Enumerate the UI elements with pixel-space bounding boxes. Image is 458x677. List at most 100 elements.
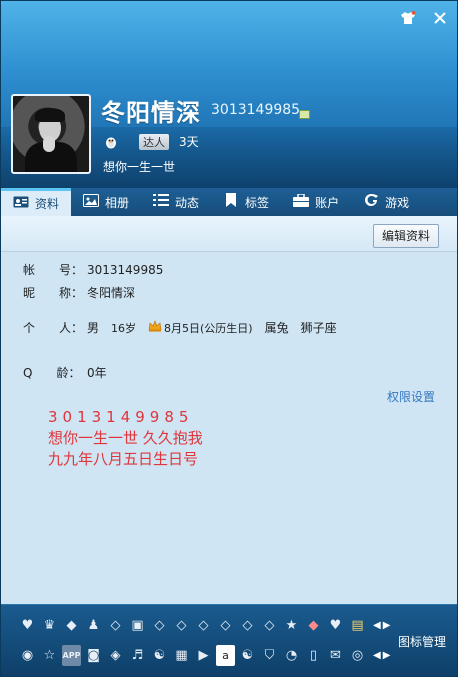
eye-icon[interactable]: ◉ — [17, 645, 38, 666]
tab-tags[interactable]: 标签 — [211, 188, 281, 216]
app-icon[interactable]: APP — [62, 645, 81, 666]
tab-label: 账户 — [315, 195, 340, 210]
account-row: 帐 号： 3013149985 — [23, 261, 163, 278]
qq-number: 3013149985 — [211, 102, 301, 118]
copy-icon[interactable] — [299, 110, 310, 119]
text-icon[interactable]: a — [216, 645, 235, 666]
permissions-link[interactable]: 权限设置 — [387, 388, 435, 405]
diamond-dark-icon[interactable]: ◆ — [61, 615, 82, 636]
briefcase-icon — [293, 192, 310, 211]
tab-label: 标签 — [245, 195, 270, 210]
profile-window: 冬阳情深 3013149985 达人 3天 想你一生一世 资料 相册 动态 标签… — [0, 0, 458, 677]
next-icon[interactable]: ▶ — [383, 650, 391, 661]
penguin-icon[interactable]: ♟ — [83, 615, 104, 636]
age-value: 16岁 — [111, 321, 137, 335]
profile-header: 冬阳情深 3013149985 达人 3天 想你一生一世 — [1, 1, 457, 188]
diamond-icon[interactable]: ◇ — [193, 615, 214, 636]
list-icon — [153, 194, 170, 210]
prev-icon[interactable]: ◀ — [373, 620, 381, 631]
badge-row: 达人 3天 — [103, 133, 199, 150]
shirt-icon[interactable] — [399, 9, 417, 27]
tab-label: 资料 — [35, 197, 60, 211]
card-icon — [13, 196, 29, 212]
bookmark-icon — [223, 193, 239, 211]
photo-icon — [83, 193, 100, 211]
nickname-row: 昵 称： 冬阳情深 — [23, 284, 135, 301]
signature[interactable]: 想你一生一世 — [103, 158, 175, 175]
constellation-value: 狮子座 — [300, 321, 337, 335]
avatar-hand — [43, 136, 55, 152]
profile-content: 编辑资料 帐 号： 3013149985 昵 称： 冬阳情深 个 人： 男 16岁 … — [1, 216, 457, 604]
nickname: 冬阳情深 — [101, 99, 201, 127]
avatar[interactable] — [11, 94, 91, 174]
personal-label: 个 人： — [23, 321, 84, 335]
game-icon — [363, 193, 379, 211]
tab-label: 游戏 — [385, 195, 410, 210]
talent-label: 达人 — [143, 135, 165, 149]
star-icon[interactable]: ☆ — [39, 645, 60, 666]
heart-icon[interactable]: ♥ — [325, 615, 346, 636]
diamond-icon[interactable]: ◇ — [149, 615, 170, 636]
tab-feed[interactable]: 动态 — [141, 188, 211, 216]
icon-manage-button[interactable]: 图标管理 — [398, 633, 446, 650]
circle-icon[interactable]: ◎ — [347, 645, 368, 666]
row1-arrows: ◀ ▶ — [373, 620, 390, 631]
robot-icon[interactable]: ▣ — [127, 615, 148, 636]
title-buttons — [399, 9, 449, 27]
qage-row: Q 龄： 0年 — [23, 364, 107, 381]
profile-note: 3013149985 想你一生一世 久久抱我 九九年八月五日生日号 — [48, 407, 203, 470]
zodiac-value: 属兔 — [264, 321, 289, 335]
edit-profile-button[interactable]: 编辑资料 — [372, 224, 439, 248]
note-line-1: 3013149985 — [48, 408, 194, 426]
star-icon[interactable]: ★ — [281, 615, 302, 636]
camera-icon[interactable]: ◙ — [83, 645, 104, 666]
video-icon[interactable]: ▶ — [193, 645, 214, 666]
diamond-icon[interactable]: ◇ — [237, 615, 258, 636]
gift-icon[interactable]: ▤ — [347, 615, 368, 636]
account-label: 帐 号： — [23, 263, 84, 277]
diamond-icon[interactable]: ◇ — [259, 615, 280, 636]
phone-icon[interactable]: ▯ — [303, 645, 324, 666]
gender-value: 男 — [87, 321, 100, 335]
qq-icon[interactable]: ☯ — [149, 645, 170, 666]
shield-icon[interactable]: ◈ — [105, 645, 126, 666]
app-label: APP — [62, 651, 81, 660]
prev-icon[interactable]: ◀ — [373, 650, 381, 661]
diamond-icon[interactable]: ◇ — [171, 615, 192, 636]
penguin-icon[interactable] — [103, 134, 119, 150]
icon-row-2: ◉ ☆ APP ◙ ◈ ♬ ☯ ▦ ▶ a ☯ ⛉ ◔ ▯ ✉ ◎ — [17, 645, 368, 666]
film-icon[interactable]: ▦ — [171, 645, 192, 666]
nickname-label: 昵 称： — [23, 286, 84, 300]
diamond-icon[interactable]: ◇ — [215, 615, 236, 636]
icon-row-1: ♥ ♛ ◆ ♟ ◇ ▣ ◇ ◇ ◇ ◇ ◇ ◇ ★ ◆ ♥ ▤ — [17, 615, 368, 636]
birthday-value: 8月5日(公历生日) — [164, 321, 253, 335]
qage-label: Q 龄： — [23, 366, 81, 380]
mail-icon[interactable]: ✉ — [325, 645, 346, 666]
qage-value: 0年 — [87, 366, 107, 380]
music-icon[interactable]: ♬ — [127, 645, 148, 666]
diamond-red-icon[interactable]: ◆ — [303, 615, 324, 636]
tab-bar: 资料 相册 动态 标签 账户 游戏 — [1, 188, 457, 216]
diamond-icon[interactable]: ◇ — [105, 615, 126, 636]
tab-games[interactable]: 游戏 — [351, 188, 421, 216]
yin-yang-icon[interactable]: ☯ — [237, 645, 258, 666]
penguin-crown-icon[interactable]: ♛ — [39, 615, 60, 636]
content-toolbar: 编辑资料 — [1, 216, 457, 252]
pie-icon[interactable]: ◔ — [281, 645, 302, 666]
tab-album[interactable]: 相册 — [71, 188, 141, 216]
note-line-2: 想你一生一世 久久抱我 — [48, 429, 203, 447]
avatar-hair — [35, 108, 65, 122]
tab-label: 相册 — [105, 195, 130, 210]
talent-badge[interactable]: 达人 — [139, 133, 169, 150]
heart-badge-icon[interactable]: ♥ — [17, 615, 38, 636]
tab-profile[interactable]: 资料 — [1, 188, 72, 216]
account-value: 3013149985 — [87, 263, 164, 277]
shield-v-icon[interactable]: ⛉ — [259, 645, 280, 666]
personal-row: 个 人： 男 16岁 8月5日(公历生日) 属兔 狮子座 — [23, 319, 337, 336]
close-icon[interactable] — [431, 9, 449, 27]
next-icon[interactable]: ▶ — [383, 620, 391, 631]
crown-icon — [148, 320, 162, 335]
talent-days: 3天 — [179, 135, 199, 149]
row2-arrows: ◀ ▶ — [373, 650, 390, 661]
tab-account[interactable]: 账户 — [281, 188, 351, 216]
